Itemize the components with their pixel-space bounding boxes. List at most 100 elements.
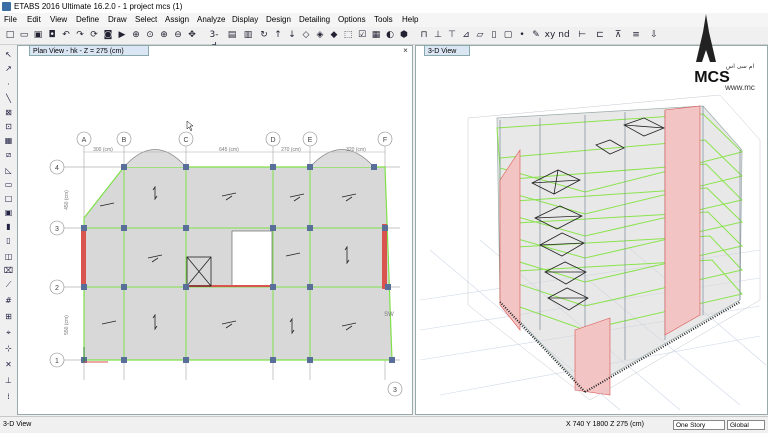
menu-analyze[interactable]: Analyze xyxy=(195,13,227,27)
lock-icon[interactable]: ◘ xyxy=(46,29,58,41)
draw-wall-icon[interactable]: ▯ xyxy=(488,29,500,41)
quick-draw-column-icon[interactable]: ▦ xyxy=(3,135,14,146)
menu-define[interactable]: Define xyxy=(74,13,101,27)
pan-icon[interactable]: ✥ xyxy=(186,29,198,41)
dim-320: 320 (cm) xyxy=(346,147,366,153)
redo-icon[interactable]: ↷ xyxy=(74,29,86,41)
etabs-app-icon[interactable] xyxy=(2,2,11,11)
draw-section-cut-icon[interactable]: ⊞ xyxy=(3,311,14,322)
shear-wall-left[interactable] xyxy=(81,228,86,287)
move-down-icon[interactable]: ↓ xyxy=(286,29,298,41)
draw-link-icon[interactable]: ⟋ xyxy=(3,279,14,290)
snap-perpendicular-icon[interactable]: ⊥ xyxy=(3,375,14,386)
slab-opening[interactable] xyxy=(231,230,273,288)
menu-draw[interactable]: Draw xyxy=(106,13,129,27)
draw-reference-point-icon[interactable]: ⌖ xyxy=(3,327,14,338)
plan-drawing[interactable]: A B C D E F 4 3 2 1 3 300 (cm) 645 (cm) … xyxy=(18,57,412,413)
tab-3d-view[interactable]: 3-D View xyxy=(424,45,470,56)
run-analysis-icon[interactable]: ▶ xyxy=(116,29,128,41)
set-building-view-icon[interactable]: ▦ xyxy=(370,29,382,41)
menu-detailing[interactable]: Detailing xyxy=(297,13,332,27)
snap-ps-icon[interactable]: ⁞ xyxy=(3,391,14,402)
draw-area-icon[interactable]: ◺ xyxy=(3,165,14,176)
3d-shear-wall-left[interactable] xyxy=(499,149,521,331)
assign-load-icon[interactable]: ⇩ xyxy=(648,29,660,41)
draw-grid-icon[interactable]: # xyxy=(3,295,14,306)
coord-system-select[interactable]: Global xyxy=(727,420,765,430)
menu-help[interactable]: Help xyxy=(400,13,420,27)
draw-opening-icon-left[interactable]: ◫ xyxy=(3,251,14,262)
draw-wall-icon-left[interactable]: ▮ xyxy=(3,221,14,232)
xy-button[interactable]: xy xyxy=(544,29,556,41)
zoom-out-icon[interactable]: ⊖ xyxy=(172,29,184,41)
quick-draw-beam-icon[interactable]: ⊠ xyxy=(3,107,14,118)
draw-rectangle-icon[interactable]: □ xyxy=(3,193,14,204)
story-select[interactable]: One Story xyxy=(673,420,725,430)
menu-options[interactable]: Options xyxy=(336,13,368,27)
draw-opening-icon[interactable]: ▢ xyxy=(502,29,514,41)
zoom-in-icon[interactable]: ⊕ xyxy=(158,29,170,41)
open-folder-icon[interactable]: ▭ xyxy=(18,29,30,41)
tab-plan-view[interactable]: Plan View - hk - Z = 275 (cm) xyxy=(29,45,149,56)
menu-display[interactable]: Display xyxy=(230,13,260,27)
draw-line-icon[interactable]: ╲ xyxy=(3,93,14,104)
zoom-rubber-band-icon[interactable]: ⊕ xyxy=(130,29,142,41)
save-icon[interactable]: ▣ xyxy=(32,29,44,41)
quick-draw-area-icon[interactable]: ▣ xyxy=(3,207,14,218)
lock-model-icon[interactable]: ◙ xyxy=(102,29,114,41)
menu-view[interactable]: View xyxy=(48,13,69,27)
zoom-restore-icon[interactable]: ⊙ xyxy=(144,29,156,41)
draw-polygon-icon[interactable]: ▭ xyxy=(3,179,14,190)
3d-model-view[interactable] xyxy=(416,57,767,413)
menu-tools[interactable]: Tools xyxy=(372,13,395,27)
display-icon[interactable]: ◐ xyxy=(384,29,396,41)
object-shrink-icon[interactable]: ◆ xyxy=(328,29,340,41)
draw-column-icon-left[interactable]: ⊡ xyxy=(3,121,14,132)
shear-wall-right[interactable] xyxy=(382,224,387,289)
new-file-icon[interactable]: □ xyxy=(4,29,16,41)
elevation-view-icon[interactable]: ▥ xyxy=(242,29,254,41)
snap-intersection-icon[interactable]: ✕ xyxy=(3,359,14,370)
draw-dimension-icon[interactable]: ⌧ xyxy=(3,265,14,276)
draw-slab-icon[interactable]: ▱ xyxy=(474,29,486,41)
draw-point-icon[interactable]: • xyxy=(516,29,528,41)
draw-frame-icon[interactable]: ⊓ xyxy=(418,29,430,41)
draw-brace-icon-left[interactable]: ⧄ xyxy=(3,149,14,160)
3d-shear-wall-back[interactable] xyxy=(664,105,701,336)
menu-select[interactable]: Select xyxy=(133,13,159,27)
draw-beam-icon[interactable]: ⊤ xyxy=(446,29,458,41)
plan-view-icon[interactable]: ▤ xyxy=(226,29,238,41)
menu-design[interactable]: Design xyxy=(264,13,293,27)
draw-brace-icon[interactable]: ⊿ xyxy=(460,29,472,41)
rotate-icon[interactable]: ↻ xyxy=(258,29,270,41)
3d-box-icon[interactable]: ⬢ xyxy=(398,29,410,41)
perspective-icon[interactable]: ◇ xyxy=(300,29,312,41)
assign-frame-icon[interactable]: ⊢ xyxy=(576,29,588,41)
quick-draw-wall-icon[interactable]: ▯ xyxy=(3,235,14,246)
refresh-icon[interactable]: ⟳ xyxy=(88,29,100,41)
select-pointer-icon[interactable]: ↖ xyxy=(3,49,14,60)
extrude-icon[interactable]: ⬚ xyxy=(342,29,354,41)
assign-section-icon[interactable]: ⊏ xyxy=(594,29,606,41)
move-up-icon[interactable]: ↑ xyxy=(272,29,284,41)
assign-releases-icon[interactable]: ≡ xyxy=(630,29,642,41)
shade-icon[interactable]: ◈ xyxy=(314,29,326,41)
menu-file[interactable]: File xyxy=(2,13,19,27)
building-volume[interactable] xyxy=(496,105,743,391)
draw-joint-icon[interactable]: · xyxy=(3,79,14,90)
draw-column-icon[interactable]: ⊥ xyxy=(432,29,444,41)
grid-label-4: 4 xyxy=(55,165,59,172)
undo-icon[interactable]: ↶ xyxy=(60,29,72,41)
set-display-options-icon[interactable]: ☑ xyxy=(356,29,368,41)
pencil-icon[interactable]: ✎ xyxy=(530,29,542,41)
plan-close-icon[interactable]: × xyxy=(401,46,410,55)
menu-edit[interactable]: Edit xyxy=(25,13,43,27)
grid-label-e: E xyxy=(308,137,313,144)
assign-restraint-icon[interactable]: ⊼ xyxy=(612,29,624,41)
3d-shear-wall-front[interactable] xyxy=(574,317,611,396)
menu-assign[interactable]: Assign xyxy=(163,13,191,27)
reshape-icon[interactable]: ↗ xyxy=(3,63,14,74)
snap-icon[interactable]: ⊹ xyxy=(3,343,14,354)
nd-button[interactable]: nd xyxy=(558,29,570,41)
view-3d-button[interactable]: 3-d xyxy=(208,29,220,52)
